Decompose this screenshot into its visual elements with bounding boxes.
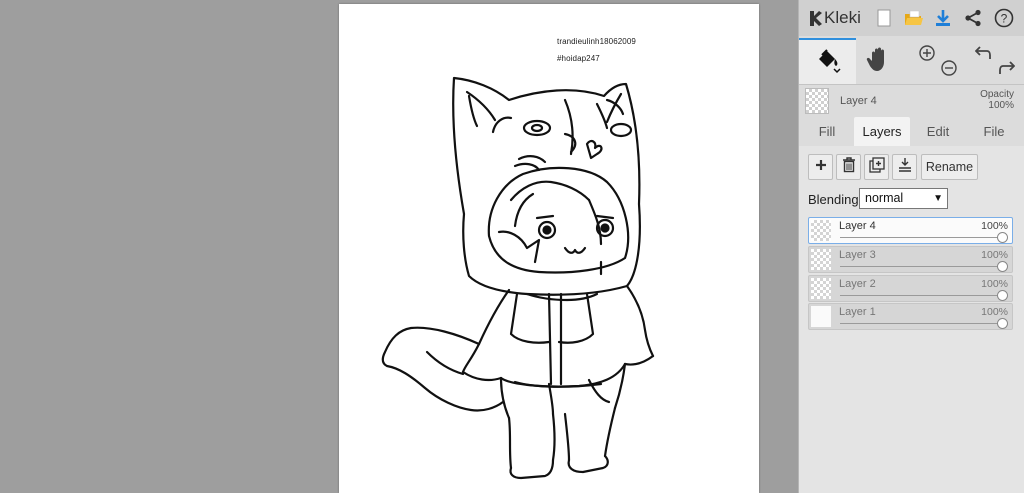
- layer-item-4[interactable]: Layer 4 100%: [808, 217, 1013, 244]
- layer-name: Layer 2: [839, 278, 876, 290]
- opacity-value: 100%: [988, 100, 1014, 111]
- layer-opacity: 100%: [981, 306, 1008, 318]
- merge-down-icon: [898, 157, 912, 178]
- layer-opacity-slider[interactable]: [840, 237, 1000, 238]
- drawing-canvas[interactable]: trandieulinh18062009 #hoidap247: [339, 4, 759, 493]
- layer-opacity-handle[interactable]: [997, 232, 1008, 243]
- layer-thumbnail: [811, 249, 831, 270]
- redo-icon[interactable]: [997, 59, 1016, 82]
- layer-name: Layer 1: [839, 306, 876, 318]
- current-layer-name: Layer 4: [840, 95, 877, 107]
- blending-mode-value: normal: [865, 191, 904, 205]
- layers-panel: Rename Blending normal ▼ Layer 4 100% La…: [799, 146, 1024, 493]
- tab-file[interactable]: File: [974, 117, 1014, 146]
- panel-tabs: Fill Layers Edit File: [799, 117, 1024, 147]
- zoom-controls: [912, 38, 960, 84]
- history-controls: [969, 38, 1021, 84]
- layer-opacity: 100%: [981, 220, 1008, 232]
- layer-item-1[interactable]: Layer 1 100%: [808, 303, 1013, 330]
- layer-opacity-handle[interactable]: [997, 261, 1008, 272]
- hand-tool-button[interactable]: [859, 38, 899, 84]
- layer-name: Layer 3: [839, 249, 876, 261]
- delete-layer-button[interactable]: [836, 154, 861, 180]
- current-layer-opacity[interactable]: Opacity 100%: [980, 89, 1014, 111]
- duplicate-layer-button[interactable]: [864, 154, 889, 180]
- fill-tool-button[interactable]: [799, 38, 856, 84]
- opacity-label: Opacity: [980, 89, 1014, 100]
- layer-item-3[interactable]: Layer 3 100%: [808, 246, 1013, 273]
- zoom-in-icon[interactable]: [918, 44, 936, 67]
- rename-layer-button[interactable]: Rename: [921, 154, 978, 180]
- sidebar-panel: Kleki ? Layer 4 Opacity 100% Fill Layers…: [798, 0, 1024, 493]
- chevron-down-icon: ▼: [933, 193, 943, 204]
- share-icon[interactable]: [962, 7, 984, 29]
- layer-opacity-slider[interactable]: [840, 266, 1000, 267]
- merge-down-button[interactable]: [892, 154, 917, 180]
- layer-item-2[interactable]: Layer 2 100%: [808, 275, 1013, 302]
- canvas-workspace[interactable]: trandieulinh18062009 #hoidap247: [0, 0, 798, 493]
- tool-bar: [799, 38, 1024, 85]
- tab-fill[interactable]: Fill: [807, 117, 847, 146]
- kleki-logo[interactable]: Kleki: [807, 7, 861, 29]
- undo-icon[interactable]: [974, 44, 993, 67]
- layer-name: Layer 4: [839, 220, 876, 232]
- layer-opacity-handle[interactable]: [997, 318, 1008, 329]
- layer-opacity-handle[interactable]: [997, 290, 1008, 301]
- open-folder-icon[interactable]: [903, 7, 925, 29]
- app-title: Kleki: [824, 8, 861, 27]
- new-image-icon[interactable]: [873, 7, 895, 29]
- current-layer-preview: [805, 88, 829, 114]
- tab-edit[interactable]: Edit: [917, 117, 959, 146]
- add-layer-button[interactable]: [808, 154, 833, 180]
- blending-mode-select[interactable]: normal ▼: [859, 188, 948, 209]
- layer-opacity: 100%: [981, 249, 1008, 261]
- layer-opacity-slider[interactable]: [840, 323, 1000, 324]
- line-art-drawing: [381, 76, 655, 480]
- layer-opacity-slider[interactable]: [840, 295, 1000, 296]
- zoom-out-icon[interactable]: [940, 59, 958, 82]
- hand-icon: [866, 45, 892, 78]
- delete-layer-icon: [842, 156, 856, 178]
- help-icon[interactable]: ?: [993, 7, 1015, 29]
- top-bar: Kleki ?: [799, 0, 1024, 36]
- svg-text:?: ?: [1001, 12, 1008, 26]
- duplicate-layer-icon: [868, 156, 885, 178]
- layer-thumbnail: [811, 220, 831, 241]
- blending-label: Blending: [808, 192, 859, 207]
- layer-thumbnail: [811, 278, 831, 299]
- layer-thumbnail: [811, 306, 831, 327]
- kleki-logo-icon: [810, 11, 822, 26]
- download-icon[interactable]: [932, 7, 954, 29]
- tab-layers[interactable]: Layers: [854, 117, 910, 146]
- add-layer-icon: [815, 158, 827, 176]
- fill-bucket-icon: [813, 45, 843, 80]
- layer-opacity: 100%: [981, 278, 1008, 290]
